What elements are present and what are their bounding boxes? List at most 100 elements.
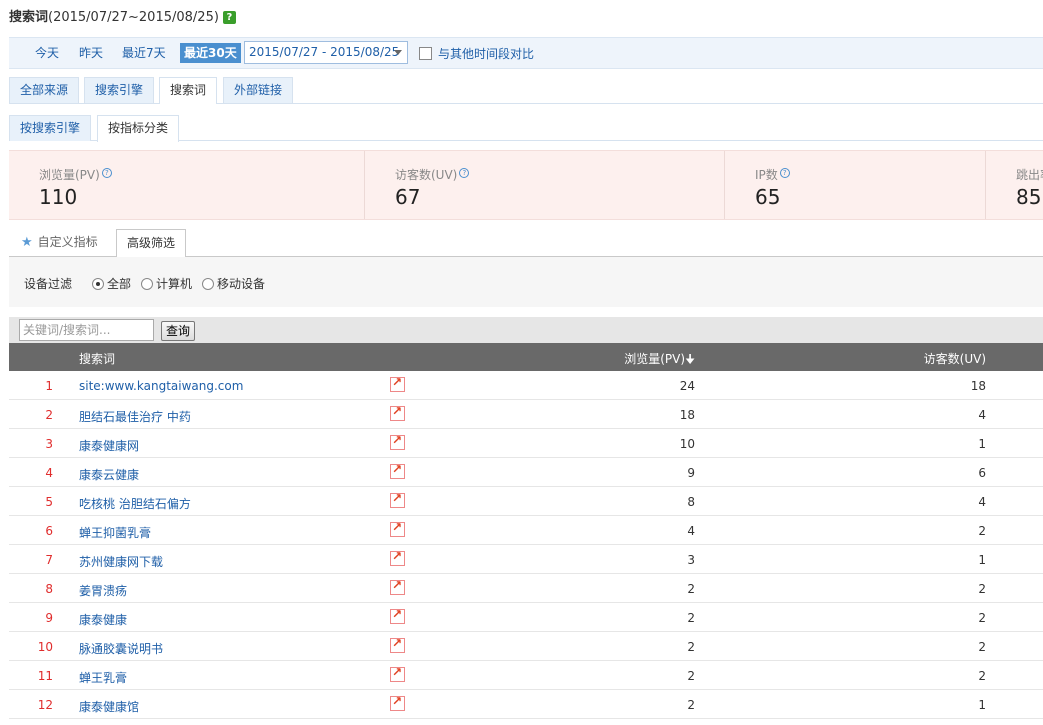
- compare-toggle[interactable]: 与其他时间段对比: [419, 45, 534, 62]
- date-last30-button[interactable]: 最近30天: [180, 43, 241, 63]
- external-link-icon[interactable]: [390, 694, 405, 711]
- keyword-link[interactable]: 蝉王乳膏: [79, 669, 127, 686]
- query-button[interactable]: 查询: [161, 321, 195, 341]
- row-rank: 5: [45, 495, 53, 509]
- page-title-main: 搜索词: [9, 10, 49, 25]
- radio[interactable]: [202, 278, 214, 290]
- chevron-down-icon: [394, 50, 402, 55]
- row-uv: 6: [978, 466, 986, 480]
- device-option-computer[interactable]: 计算机: [141, 275, 192, 292]
- row-pv: 24: [679, 379, 695, 393]
- tab-by-engine[interactable]: 按搜索引擎: [9, 115, 92, 141]
- row-pv: 4: [687, 524, 695, 538]
- row-pv: 2: [687, 669, 695, 683]
- tab-custom-metrics[interactable]: ★ 自定义指标: [21, 229, 98, 255]
- header-uv[interactable]: 访客数(UV): [924, 350, 986, 367]
- radio[interactable]: [141, 278, 153, 290]
- date-today-button[interactable]: 今天: [31, 43, 63, 63]
- radio-selected[interactable]: [92, 278, 104, 290]
- header-pv[interactable]: 浏览量(PV)🠋: [624, 350, 695, 371]
- keyword-link[interactable]: 脉通胶囊说明书: [79, 640, 163, 657]
- metric-ip: IP数? 65: [725, 151, 986, 219]
- device-option-all[interactable]: 全部: [92, 275, 131, 292]
- row-rank: 7: [45, 553, 53, 567]
- row-rank: 6: [45, 524, 53, 538]
- info-icon[interactable]: ?: [101, 168, 112, 178]
- info-icon[interactable]: ?: [779, 168, 790, 178]
- row-pv: 2: [687, 582, 695, 596]
- row-uv: 2: [978, 640, 986, 654]
- table-row: 1 site:www.kangtaiwang.com 24 18: [9, 371, 1043, 400]
- external-link-icon[interactable]: [390, 636, 405, 653]
- row-uv: 1: [978, 437, 986, 451]
- row-uv: 1: [978, 553, 986, 567]
- tab-search-terms[interactable]: 搜索词: [159, 77, 218, 104]
- keyword-link[interactable]: 康泰云健康: [79, 466, 139, 483]
- compare-label: 与其他时间段对比: [438, 47, 535, 61]
- keyword-link[interactable]: 苏州健康网下载: [79, 553, 163, 570]
- keyword-link[interactable]: 胆结石最佳治疗 中药: [79, 408, 191, 425]
- keyword-link[interactable]: 康泰健康网: [79, 437, 139, 454]
- row-rank: 2: [45, 408, 53, 422]
- table-row: 8 姜胃溃疡 2 2: [9, 574, 1043, 603]
- external-link-icon[interactable]: [390, 607, 405, 624]
- date-last7-button[interactable]: 最近7天: [118, 43, 170, 63]
- row-rank: 4: [45, 466, 53, 480]
- tab-external-links[interactable]: 外部链接: [223, 77, 294, 103]
- external-link-icon[interactable]: [390, 491, 405, 508]
- header-keyword[interactable]: 搜索词: [79, 350, 115, 367]
- tab-search-engines[interactable]: 搜索引擎: [84, 77, 155, 103]
- keyword-search-input[interactable]: 关键词/搜索词...: [19, 319, 154, 341]
- metric-value: 65: [755, 185, 781, 209]
- row-pv: 3: [687, 553, 695, 567]
- device-filter-label: 设备过滤: [24, 277, 73, 291]
- date-range-picker[interactable]: 2015/07/27 - 2015/08/25: [244, 41, 408, 64]
- table-row: 6 蝉王抑菌乳膏 4 2: [9, 516, 1043, 545]
- date-range-bar: 今天 昨天 最近7天 最近30天 2015/07/27 - 2015/08/25…: [9, 37, 1043, 69]
- metric-label: 跳出率: [1016, 168, 1043, 182]
- keyword-link[interactable]: 蝉王抑菌乳膏: [79, 524, 151, 541]
- metric-value: 85.: [1016, 185, 1043, 209]
- row-pv: 8: [687, 495, 695, 509]
- row-uv: 2: [978, 524, 986, 538]
- table-row: 7 苏州健康网下载 3 1: [9, 545, 1043, 574]
- tab-all-sources[interactable]: 全部来源: [9, 77, 80, 103]
- keyword-link[interactable]: 吃核桃 治胆结石偏方: [79, 495, 191, 512]
- device-option-mobile[interactable]: 移动设备: [202, 275, 265, 292]
- search-term-subtabs: 按搜索引擎 按指标分类: [9, 115, 1043, 142]
- row-pv: 9: [687, 466, 695, 480]
- row-rank: 12: [37, 698, 53, 712]
- tab-advanced-filter[interactable]: 高级筛选: [116, 229, 187, 258]
- row-pv: 2: [687, 611, 695, 625]
- star-icon: ★: [21, 235, 33, 250]
- table-row: 12 康泰健康馆 2 1: [9, 690, 1043, 719]
- row-rank: 1: [45, 379, 53, 393]
- external-link-icon[interactable]: [390, 433, 405, 450]
- external-link-icon[interactable]: [390, 375, 405, 392]
- external-link-icon[interactable]: [390, 665, 405, 682]
- keyword-link[interactable]: site:www.kangtaiwang.com: [79, 379, 243, 393]
- table-row: 9 康泰健康 2 2: [9, 603, 1043, 632]
- table-row: 3 康泰健康网 10 1: [9, 429, 1043, 458]
- page-title-range: (2015/07/27~2015/08/25): [48, 10, 219, 25]
- metric-label: 访客数(UV)?: [395, 166, 470, 183]
- keyword-link[interactable]: 康泰健康馆: [79, 698, 139, 715]
- keyword-link[interactable]: 姜胃溃疡: [79, 582, 127, 599]
- compare-checkbox[interactable]: [419, 47, 432, 60]
- external-link-icon[interactable]: [390, 520, 405, 537]
- external-link-icon[interactable]: [390, 578, 405, 595]
- tab-by-metric[interactable]: 按指标分类: [97, 115, 180, 142]
- external-link-icon[interactable]: [390, 549, 405, 566]
- date-yesterday-button[interactable]: 昨天: [75, 43, 107, 63]
- help-icon[interactable]: ?: [222, 11, 236, 24]
- external-link-icon[interactable]: [390, 462, 405, 479]
- row-uv: 4: [978, 495, 986, 509]
- keyword-link[interactable]: 康泰健康: [79, 611, 127, 628]
- metric-value: 110: [39, 185, 78, 209]
- external-link-icon[interactable]: [390, 404, 405, 421]
- metric-bounce: 跳出率 85.: [986, 151, 1043, 219]
- page-title: 搜索词(2015/07/27~2015/08/25)?: [9, 6, 236, 25]
- table-row: 5 吃核桃 治胆结石偏方 8 4: [9, 487, 1043, 516]
- info-icon[interactable]: ?: [459, 168, 470, 178]
- row-rank: 9: [45, 611, 53, 625]
